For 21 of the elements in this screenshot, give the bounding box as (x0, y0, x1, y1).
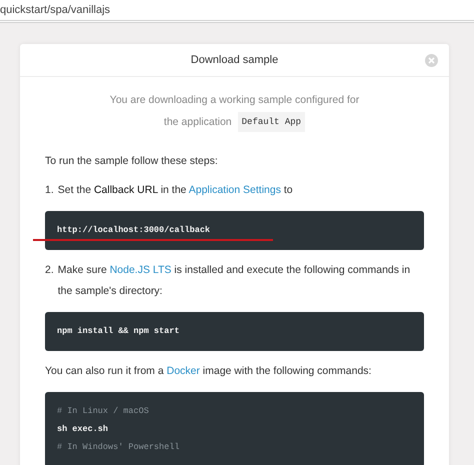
code-comment: # In Linux / macOS (57, 405, 150, 418)
dialog-title: Download sample (190, 54, 278, 66)
step-text: Set the Callback URL in the Application Settings to (58, 183, 293, 198)
docker-text: You can also run it from a Docker image with the following commands: (45, 364, 372, 379)
intro-text: You are downloading a working sample configured for (110, 93, 360, 108)
app-name: Default App (238, 112, 306, 132)
link[interactable]: Node.JS LTS (110, 264, 172, 276)
link[interactable]: Docker (166, 365, 200, 377)
close-icon[interactable] (425, 54, 438, 67)
code-line: sh exec.sh (57, 423, 110, 436)
intro-text: the application (164, 115, 232, 130)
step-number: 1. (45, 183, 54, 198)
code-line: npm install && npm start (57, 325, 180, 338)
address-bar[interactable]: quickstart/spa/vanillajs (0, 0, 474, 23)
url-text: quickstart/spa/vanillajs (0, 4, 110, 16)
code-line: http://localhost:3000/callback (57, 224, 212, 237)
link[interactable]: Application Settings (188, 184, 281, 196)
code-comment: # In Windows' Powershell (57, 441, 180, 454)
step-text: Make sure Node.JS LTS is installed and execute the following commands in the sample's directory: (58, 263, 412, 299)
step-number: 2. (45, 263, 54, 278)
instructions-text: To run the sample follow these steps: (45, 154, 219, 169)
